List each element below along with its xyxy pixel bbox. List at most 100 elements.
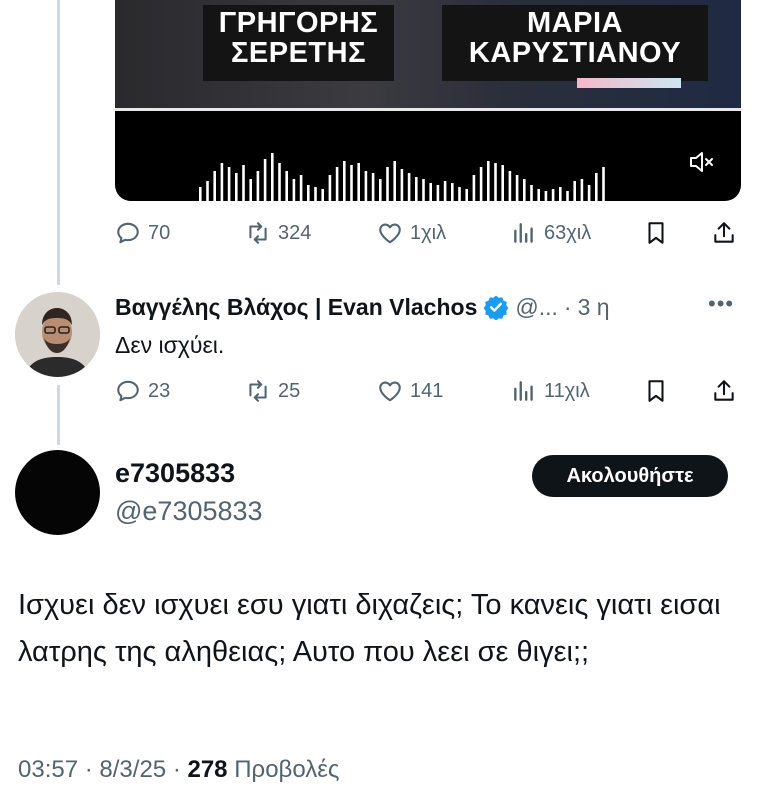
repost-button[interactable]: 25	[245, 374, 300, 408]
waveform-bar	[263, 159, 267, 201]
tweet-meta: 03:57 · 8/3/25 · 278 Προβολές	[18, 756, 340, 784]
waveform-bar	[573, 181, 576, 201]
waveform-bar	[314, 187, 317, 201]
waveform-bar	[379, 179, 382, 201]
waveform-bar	[400, 169, 404, 201]
bookmark-icon	[648, 380, 664, 402]
handle[interactable]: @...	[515, 294, 558, 321]
like-count: 1χιλ	[410, 221, 447, 244]
like-button[interactable]: 1χιλ	[377, 216, 446, 250]
waveform-bar	[242, 165, 245, 201]
share-button[interactable]	[711, 374, 737, 408]
waveform-bar	[343, 161, 346, 201]
separator-dot: ·	[563, 293, 572, 320]
waveform-bar	[328, 175, 332, 201]
speaker-muted-icon[interactable]	[687, 148, 715, 176]
waveform-bar	[357, 163, 360, 201]
bookmark-icon	[648, 222, 664, 244]
share-button[interactable]	[711, 216, 737, 250]
bookmark-button[interactable]	[643, 374, 669, 408]
waveform-bar	[465, 189, 468, 201]
waveform-bar	[501, 165, 504, 201]
bar-chart-icon	[514, 223, 533, 243]
media-divider	[115, 108, 741, 111]
waveform-bar	[436, 185, 440, 201]
waveform-bar	[566, 191, 569, 201]
display-name[interactable]: Βαγγέλης Βλάχος | Evan Vlachos	[115, 294, 477, 321]
heart-icon	[379, 381, 401, 402]
waveform-bar	[321, 189, 324, 201]
thread-line-middle	[57, 385, 60, 445]
video-player[interactable]: ΓΡΗΓΟΡΗΣ ΣΕΡΕΤΗΣ ΜΑΡΙΑ ΚΑΡΥΣΤΙΑΝΟΥ	[115, 0, 741, 201]
repost-count: 324	[278, 221, 312, 244]
waveform-bar	[530, 185, 533, 201]
waveform-bar	[487, 161, 490, 201]
waveform-bar	[220, 163, 224, 201]
audio-waveform	[199, 153, 605, 201]
waveform-bar	[515, 175, 519, 201]
tweet-text: Ισχυει δεν ισχυει εσυ γιατι διχαζεις; Το…	[18, 589, 721, 668]
waveform-bar	[213, 171, 216, 201]
waveform-bar	[335, 167, 339, 201]
repost-icon	[249, 222, 267, 244]
waveform-bar	[559, 187, 562, 201]
waveform-bar	[364, 171, 368, 201]
waveform-bar	[523, 179, 526, 201]
views-count: 11χιλ	[544, 379, 590, 402]
waveform-bar	[235, 173, 238, 201]
reply-button[interactable]: 23	[115, 374, 170, 408]
waveform-bar	[292, 179, 296, 201]
avatar[interactable]	[15, 450, 100, 535]
waveform-bar	[407, 173, 411, 201]
reply-count: 23	[148, 379, 171, 402]
waveform-bar	[227, 167, 231, 201]
share-icon	[714, 380, 734, 401]
reply-icon	[117, 222, 139, 244]
timestamp[interactable]: 3 η	[578, 294, 610, 321]
like-button[interactable]: 141	[377, 374, 443, 408]
bar-chart-icon	[514, 381, 533, 401]
verified-badge-icon	[483, 295, 509, 320]
avatar[interactable]	[15, 292, 100, 377]
reply-button[interactable]: 70	[115, 216, 170, 250]
like-count: 141	[410, 379, 444, 402]
views-button[interactable]: 11χιλ	[511, 374, 590, 408]
repost-count: 25	[278, 379, 301, 402]
tweet-date[interactable]: 8/3/25	[99, 756, 166, 783]
reply-action-bar: 23 25 141 11χιλ	[115, 374, 741, 408]
waveform-bar	[587, 185, 591, 201]
waveform-bar	[595, 173, 598, 201]
tweet-time[interactable]: 03:57	[18, 756, 78, 783]
bookmark-button[interactable]	[643, 216, 669, 250]
waveform-bar	[479, 167, 483, 201]
reply-icon	[117, 380, 139, 402]
views-button[interactable]: 63χιλ	[511, 216, 591, 250]
waveform-bar	[285, 171, 288, 201]
waveform-bar	[271, 153, 274, 201]
repost-icon	[249, 380, 267, 402]
views-label: Προβολές	[234, 756, 340, 783]
waveform-bar	[429, 183, 432, 201]
waveform-bar	[307, 185, 310, 201]
display-name[interactable]: e7305833	[115, 458, 235, 489]
follow-button[interactable]: Ακολουθήστε	[532, 455, 728, 497]
waveform-bar	[386, 167, 389, 201]
waveform-bar	[350, 165, 353, 201]
handle[interactable]: @e7305833	[115, 496, 263, 527]
waveform-bar	[551, 189, 555, 201]
waveform-bar	[299, 175, 303, 201]
views-count: 278	[187, 756, 228, 783]
waveform-bar	[580, 179, 584, 201]
more-icon[interactable]: •••	[708, 291, 734, 317]
waveform-bar	[393, 161, 396, 201]
share-icon	[714, 222, 734, 243]
waveform-bar	[199, 187, 202, 201]
repost-button[interactable]: 324	[245, 216, 311, 250]
thread-line-top	[57, 0, 60, 285]
waveform-bar	[278, 163, 281, 201]
reply-header: Βαγγέλης Βλάχος | Evan Vlachos @... · 3 …	[115, 289, 610, 325]
waveform-bar	[451, 183, 454, 201]
waveform-bar	[371, 173, 375, 201]
waveform-bar	[537, 189, 540, 201]
waveform-bar	[458, 187, 461, 201]
